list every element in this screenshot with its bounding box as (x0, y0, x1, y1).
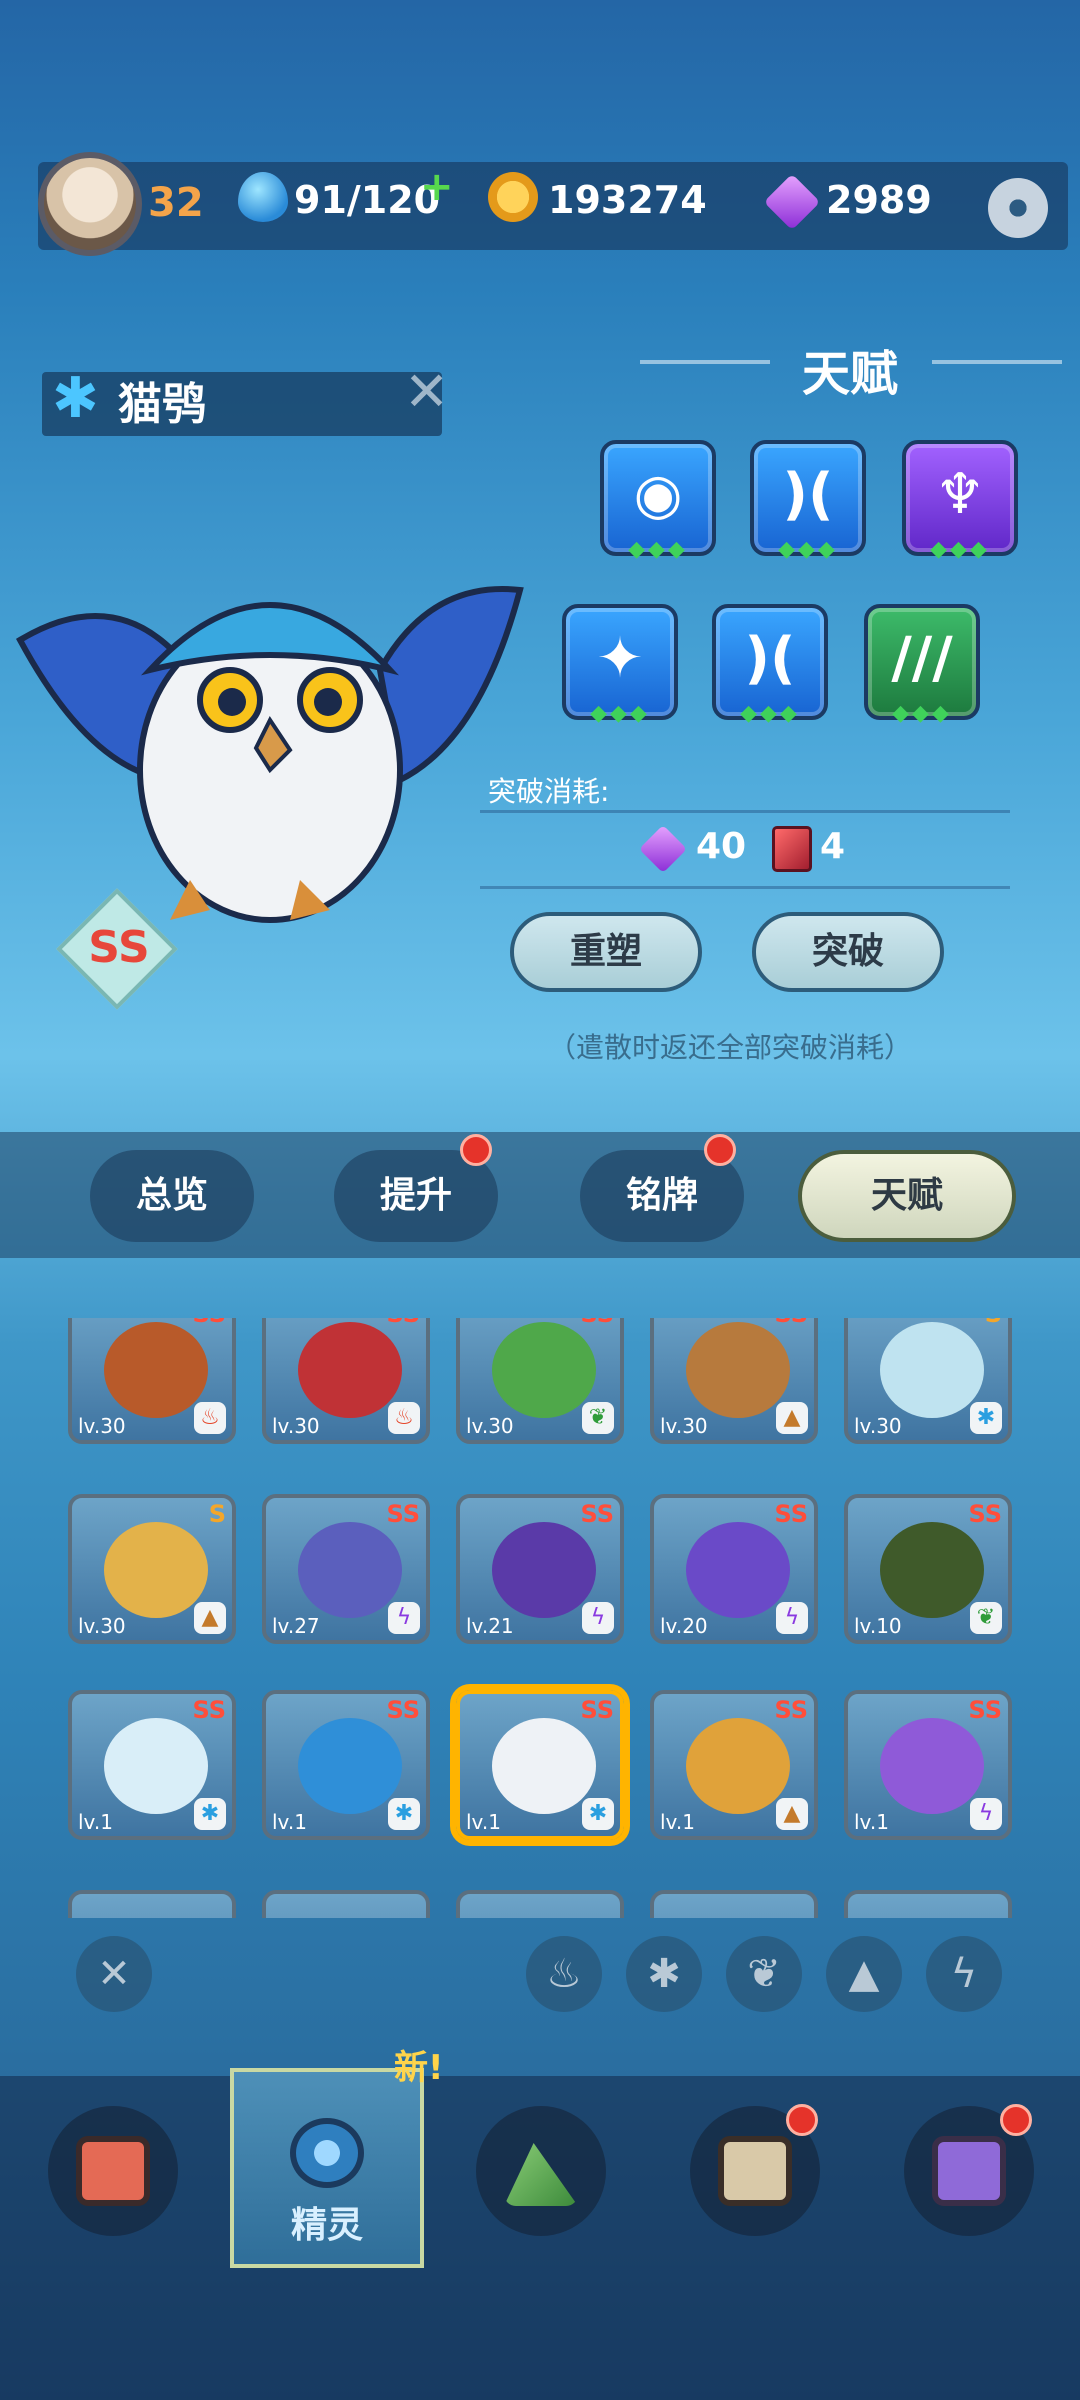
monster-card[interactable]: SS lv.27 ϟ (262, 1494, 430, 1644)
ice-element-icon: ✱ (582, 1798, 614, 1830)
lightning-element-icon: ϟ (388, 1602, 420, 1634)
cost-books-value: 4 (820, 826, 846, 867)
gem-icon-cost (638, 824, 688, 874)
monster-card[interactable] (68, 1890, 236, 1918)
device-icon (76, 2136, 150, 2206)
leaf-filter-icon[interactable]: ❦ (726, 1936, 802, 2012)
monster-card[interactable]: SSlv.30 ▲ (650, 1318, 818, 1444)
nav-mountain[interactable] (476, 2106, 606, 2236)
energy-value: 91/120 (294, 178, 441, 222)
talent-eye-icon[interactable]: ◉ ◆◆◆ (600, 440, 716, 562)
lightning-element-icon: ϟ (776, 1602, 808, 1634)
coin-icon (488, 172, 538, 222)
owl-monster-illustration (15, 586, 524, 923)
lightning-element-icon: ϟ (970, 1798, 1002, 1830)
monster-name-tag (42, 372, 442, 436)
earth-element-icon: ▲ (194, 1602, 226, 1634)
upgrade-notification-badge (460, 1134, 492, 1166)
fire-element-icon: ♨ (388, 1402, 420, 1434)
monster-card[interactable]: SS lv.1 ϟ (844, 1690, 1012, 1840)
monster-card[interactable] (844, 1890, 1012, 1918)
chest-notification-badge (786, 2104, 818, 2136)
monster-card[interactable]: SS lv.1 ✱ (68, 1690, 236, 1840)
close-icon[interactable]: ✕ (404, 360, 449, 423)
monster-card[interactable]: SSlv.30 ❦ (456, 1318, 624, 1444)
mountain-icon (504, 2143, 578, 2206)
monster-card[interactable]: Slv.30 ▲ (68, 1494, 236, 1644)
player-level: 32 (148, 180, 204, 226)
divider-bottom (480, 886, 1010, 889)
ice-element-icon: ✱ (52, 366, 99, 431)
grade-text: SS (88, 922, 150, 973)
breakthrough-cost-label: 突破消耗: (488, 775, 610, 808)
chest-icon (718, 2136, 792, 2206)
ice-element-icon: ✱ (970, 1402, 1002, 1434)
breakthrough-button[interactable]: 突破 (752, 912, 944, 992)
monster-card[interactable] (650, 1890, 818, 1918)
ice-element-icon: ✱ (388, 1798, 420, 1830)
clear-filter-icon[interactable]: ✕ (76, 1936, 152, 2012)
ice-element-icon: ✱ (194, 1798, 226, 1830)
nav-spirit-label: 精灵 (290, 2205, 363, 2246)
ice-filter-icon[interactable]: ✱ (626, 1936, 702, 2012)
player-avatar[interactable] (38, 152, 142, 256)
earth-element-icon: ▲ (776, 1402, 808, 1434)
reshape-button[interactable]: 重塑 (510, 912, 702, 992)
monster-card[interactable]: SS lv.10 ❦ (844, 1494, 1012, 1644)
leaf-element-icon: ❦ (582, 1402, 614, 1434)
earth-element-icon: ▲ (776, 1798, 808, 1830)
nav-device[interactable] (48, 2106, 178, 2236)
tab-talent[interactable]: 天赋 (798, 1150, 1016, 1242)
dismiss-refund-hint: （遣散时返还全部突破消耗） (548, 1031, 913, 1064)
tab-overview[interactable]: 总览 (90, 1150, 254, 1242)
talent-title: 天赋 (801, 346, 898, 402)
add-energy-icon[interactable]: + (420, 164, 454, 210)
map-pin-icon (932, 2136, 1006, 2206)
monster-name: 猫鸮 (118, 379, 206, 430)
talent-crescent-icon[interactable]: )(◆◆◆ (750, 440, 866, 562)
talent-crescent-icon-2[interactable]: )(◆◆◆ (712, 604, 828, 726)
talent-wings-icon[interactable]: ♆ ◆◆◆ (902, 440, 1018, 562)
monster-card[interactable]: SS lv.1 ✱ (262, 1690, 430, 1840)
fire-filter-icon[interactable]: ♨ (526, 1936, 602, 2012)
new-tag: 新! (394, 2048, 444, 2088)
earth-filter-icon[interactable]: ▲ (826, 1936, 902, 2012)
talent-grid: ◉ ◆◆◆ )(◆◆◆ ♆ ◆◆◆ ✦ ◆◆◆ )(◆◆◆ ///◆◆◆ (560, 440, 1040, 740)
leaf-element-icon: ❦ (970, 1602, 1002, 1634)
gear-icon[interactable] (988, 178, 1048, 238)
fire-element-icon: ♨ (194, 1402, 226, 1434)
monster-card[interactable]: SS lv.1 ▲ (650, 1690, 818, 1840)
title-ornament-right (932, 360, 1062, 364)
spirit-swirl-icon (290, 2118, 364, 2188)
monster-card[interactable]: SS lv.20 ϟ (650, 1494, 818, 1644)
monster-card[interactable]: SS lv.21 ϟ (456, 1494, 624, 1644)
gem-value: 2989 (826, 178, 932, 222)
talent-feather-icon[interactable]: ✦ ◆◆◆ (562, 604, 678, 726)
coin-value: 193274 (548, 178, 707, 222)
monster-collection-grid: SSlv.30 ♨ SSlv.30 ♨ SSlv.30 ❦ SSlv.30 ▲ … (62, 1318, 1022, 1918)
lightning-filter-icon[interactable]: ϟ (926, 1936, 1002, 2012)
monster-card[interactable] (262, 1890, 430, 1918)
monster-card-selected[interactable]: SS lv.1 ✱ (456, 1690, 624, 1840)
monster-card[interactable] (456, 1890, 624, 1918)
monster-card[interactable]: SSlv.30 ♨ (262, 1318, 430, 1444)
divider-top (480, 810, 1010, 813)
map-notification-badge (1000, 2104, 1032, 2136)
monster-card[interactable]: SSlv.30 ♨ (68, 1318, 236, 1444)
monster-card[interactable]: Slv.30 ✱ (844, 1318, 1012, 1444)
talent-claw-icon[interactable]: ///◆◆◆ (864, 604, 980, 726)
lightning-element-icon: ϟ (582, 1602, 614, 1634)
talent-book-icon (772, 826, 812, 872)
nameplate-notification-badge (704, 1134, 736, 1166)
cost-gems-value: 40 (696, 826, 747, 867)
